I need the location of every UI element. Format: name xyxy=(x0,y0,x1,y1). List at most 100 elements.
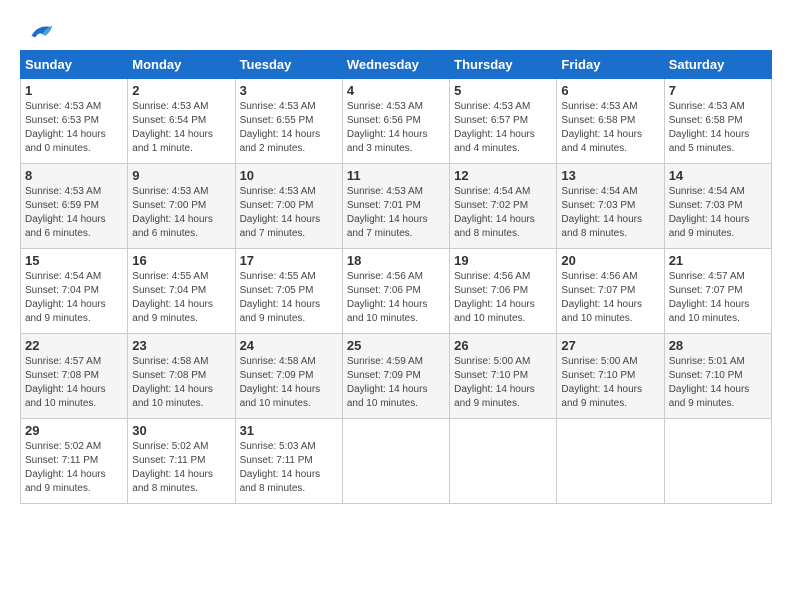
day-info: Sunrise: 5:00 AMSunset: 7:10 PMDaylight:… xyxy=(454,356,535,409)
calendar-cell: 15 Sunrise: 4:54 AMSunset: 7:04 PMDaylig… xyxy=(21,249,128,334)
calendar-body: 1 Sunrise: 4:53 AMSunset: 6:53 PMDayligh… xyxy=(21,79,772,504)
calendar-cell: 28 Sunrise: 5:01 AMSunset: 7:10 PMDaylig… xyxy=(664,334,771,419)
day-number: 18 xyxy=(347,253,445,268)
calendar-cell xyxy=(342,419,449,504)
day-number: 14 xyxy=(669,168,767,183)
calendar-cell xyxy=(450,419,557,504)
day-number: 11 xyxy=(347,168,445,183)
day-info: Sunrise: 4:58 AMSunset: 7:08 PMDaylight:… xyxy=(132,356,213,409)
day-number: 17 xyxy=(240,253,338,268)
day-number: 6 xyxy=(561,83,659,98)
weekday-header-tuesday: Tuesday xyxy=(235,51,342,79)
day-number: 16 xyxy=(132,253,230,268)
logo xyxy=(20,20,54,40)
day-info: Sunrise: 4:53 AMSunset: 6:58 PMDaylight:… xyxy=(669,101,750,154)
day-info: Sunrise: 4:53 AMSunset: 7:00 PMDaylight:… xyxy=(132,186,213,239)
calendar-cell: 29 Sunrise: 5:02 AMSunset: 7:11 PMDaylig… xyxy=(21,419,128,504)
day-number: 31 xyxy=(240,423,338,438)
calendar-cell: 25 Sunrise: 4:59 AMSunset: 7:09 PMDaylig… xyxy=(342,334,449,419)
day-number: 1 xyxy=(25,83,123,98)
weekday-header-sunday: Sunday xyxy=(21,51,128,79)
calendar-cell: 6 Sunrise: 4:53 AMSunset: 6:58 PMDayligh… xyxy=(557,79,664,164)
calendar-cell: 30 Sunrise: 5:02 AMSunset: 7:11 PMDaylig… xyxy=(128,419,235,504)
day-number: 7 xyxy=(669,83,767,98)
calendar-cell: 22 Sunrise: 4:57 AMSunset: 7:08 PMDaylig… xyxy=(21,334,128,419)
day-number: 26 xyxy=(454,338,552,353)
calendar-cell: 11 Sunrise: 4:53 AMSunset: 7:01 PMDaylig… xyxy=(342,164,449,249)
calendar-cell: 7 Sunrise: 4:53 AMSunset: 6:58 PMDayligh… xyxy=(664,79,771,164)
weekday-header-wednesday: Wednesday xyxy=(342,51,449,79)
day-number: 3 xyxy=(240,83,338,98)
day-info: Sunrise: 4:53 AMSunset: 6:55 PMDaylight:… xyxy=(240,101,321,154)
calendar-cell: 1 Sunrise: 4:53 AMSunset: 6:53 PMDayligh… xyxy=(21,79,128,164)
calendar-cell: 5 Sunrise: 4:53 AMSunset: 6:57 PMDayligh… xyxy=(450,79,557,164)
day-info: Sunrise: 5:03 AMSunset: 7:11 PMDaylight:… xyxy=(240,441,321,494)
weekday-header-friday: Friday xyxy=(557,51,664,79)
calendar-week-1: 1 Sunrise: 4:53 AMSunset: 6:53 PMDayligh… xyxy=(21,79,772,164)
calendar-cell: 27 Sunrise: 5:00 AMSunset: 7:10 PMDaylig… xyxy=(557,334,664,419)
calendar-cell: 2 Sunrise: 4:53 AMSunset: 6:54 PMDayligh… xyxy=(128,79,235,164)
day-info: Sunrise: 4:55 AMSunset: 7:05 PMDaylight:… xyxy=(240,271,321,324)
weekday-header-row: SundayMondayTuesdayWednesdayThursdayFrid… xyxy=(21,51,772,79)
day-info: Sunrise: 4:54 AMSunset: 7:04 PMDaylight:… xyxy=(25,271,106,324)
day-info: Sunrise: 4:57 AMSunset: 7:08 PMDaylight:… xyxy=(25,356,106,409)
day-number: 22 xyxy=(25,338,123,353)
calendar-cell: 31 Sunrise: 5:03 AMSunset: 7:11 PMDaylig… xyxy=(235,419,342,504)
day-number: 10 xyxy=(240,168,338,183)
weekday-header-thursday: Thursday xyxy=(450,51,557,79)
calendar-cell: 16 Sunrise: 4:55 AMSunset: 7:04 PMDaylig… xyxy=(128,249,235,334)
day-number: 29 xyxy=(25,423,123,438)
day-info: Sunrise: 4:56 AMSunset: 7:07 PMDaylight:… xyxy=(561,271,642,324)
calendar-cell: 3 Sunrise: 4:53 AMSunset: 6:55 PMDayligh… xyxy=(235,79,342,164)
day-number: 24 xyxy=(240,338,338,353)
day-number: 5 xyxy=(454,83,552,98)
calendar-cell: 18 Sunrise: 4:56 AMSunset: 7:06 PMDaylig… xyxy=(342,249,449,334)
day-info: Sunrise: 4:53 AMSunset: 7:01 PMDaylight:… xyxy=(347,186,428,239)
day-info: Sunrise: 4:58 AMSunset: 7:09 PMDaylight:… xyxy=(240,356,321,409)
calendar-cell: 9 Sunrise: 4:53 AMSunset: 7:00 PMDayligh… xyxy=(128,164,235,249)
day-number: 30 xyxy=(132,423,230,438)
day-info: Sunrise: 4:54 AMSunset: 7:03 PMDaylight:… xyxy=(561,186,642,239)
day-info: Sunrise: 4:53 AMSunset: 6:56 PMDaylight:… xyxy=(347,101,428,154)
day-info: Sunrise: 4:53 AMSunset: 7:00 PMDaylight:… xyxy=(240,186,321,239)
calendar-cell: 10 Sunrise: 4:53 AMSunset: 7:00 PMDaylig… xyxy=(235,164,342,249)
day-info: Sunrise: 5:02 AMSunset: 7:11 PMDaylight:… xyxy=(132,441,213,494)
day-info: Sunrise: 4:57 AMSunset: 7:07 PMDaylight:… xyxy=(669,271,750,324)
day-info: Sunrise: 4:59 AMSunset: 7:09 PMDaylight:… xyxy=(347,356,428,409)
calendar-cell xyxy=(664,419,771,504)
calendar-cell: 19 Sunrise: 4:56 AMSunset: 7:06 PMDaylig… xyxy=(450,249,557,334)
day-number: 2 xyxy=(132,83,230,98)
day-number: 20 xyxy=(561,253,659,268)
day-number: 27 xyxy=(561,338,659,353)
day-number: 15 xyxy=(25,253,123,268)
day-info: Sunrise: 4:53 AMSunset: 6:58 PMDaylight:… xyxy=(561,101,642,154)
calendar-week-3: 15 Sunrise: 4:54 AMSunset: 7:04 PMDaylig… xyxy=(21,249,772,334)
day-info: Sunrise: 4:55 AMSunset: 7:04 PMDaylight:… xyxy=(132,271,213,324)
day-number: 23 xyxy=(132,338,230,353)
calendar-cell: 17 Sunrise: 4:55 AMSunset: 7:05 PMDaylig… xyxy=(235,249,342,334)
calendar-cell: 13 Sunrise: 4:54 AMSunset: 7:03 PMDaylig… xyxy=(557,164,664,249)
day-info: Sunrise: 4:53 AMSunset: 6:53 PMDaylight:… xyxy=(25,101,106,154)
day-info: Sunrise: 4:53 AMSunset: 6:59 PMDaylight:… xyxy=(25,186,106,239)
calendar-cell xyxy=(557,419,664,504)
calendar-cell: 26 Sunrise: 5:00 AMSunset: 7:10 PMDaylig… xyxy=(450,334,557,419)
day-info: Sunrise: 5:00 AMSunset: 7:10 PMDaylight:… xyxy=(561,356,642,409)
calendar-week-4: 22 Sunrise: 4:57 AMSunset: 7:08 PMDaylig… xyxy=(21,334,772,419)
calendar-week-5: 29 Sunrise: 5:02 AMSunset: 7:11 PMDaylig… xyxy=(21,419,772,504)
day-info: Sunrise: 5:01 AMSunset: 7:10 PMDaylight:… xyxy=(669,356,750,409)
day-number: 9 xyxy=(132,168,230,183)
calendar-cell: 14 Sunrise: 4:54 AMSunset: 7:03 PMDaylig… xyxy=(664,164,771,249)
header xyxy=(20,20,772,40)
calendar-cell: 24 Sunrise: 4:58 AMSunset: 7:09 PMDaylig… xyxy=(235,334,342,419)
weekday-header-saturday: Saturday xyxy=(664,51,771,79)
day-number: 13 xyxy=(561,168,659,183)
day-info: Sunrise: 4:56 AMSunset: 7:06 PMDaylight:… xyxy=(454,271,535,324)
day-number: 8 xyxy=(25,168,123,183)
day-info: Sunrise: 4:53 AMSunset: 6:54 PMDaylight:… xyxy=(132,101,213,154)
calendar-cell: 8 Sunrise: 4:53 AMSunset: 6:59 PMDayligh… xyxy=(21,164,128,249)
calendar-cell: 23 Sunrise: 4:58 AMSunset: 7:08 PMDaylig… xyxy=(128,334,235,419)
day-info: Sunrise: 5:02 AMSunset: 7:11 PMDaylight:… xyxy=(25,441,106,494)
day-info: Sunrise: 4:54 AMSunset: 7:02 PMDaylight:… xyxy=(454,186,535,239)
logo-bird-icon xyxy=(24,20,54,48)
calendar-cell: 21 Sunrise: 4:57 AMSunset: 7:07 PMDaylig… xyxy=(664,249,771,334)
